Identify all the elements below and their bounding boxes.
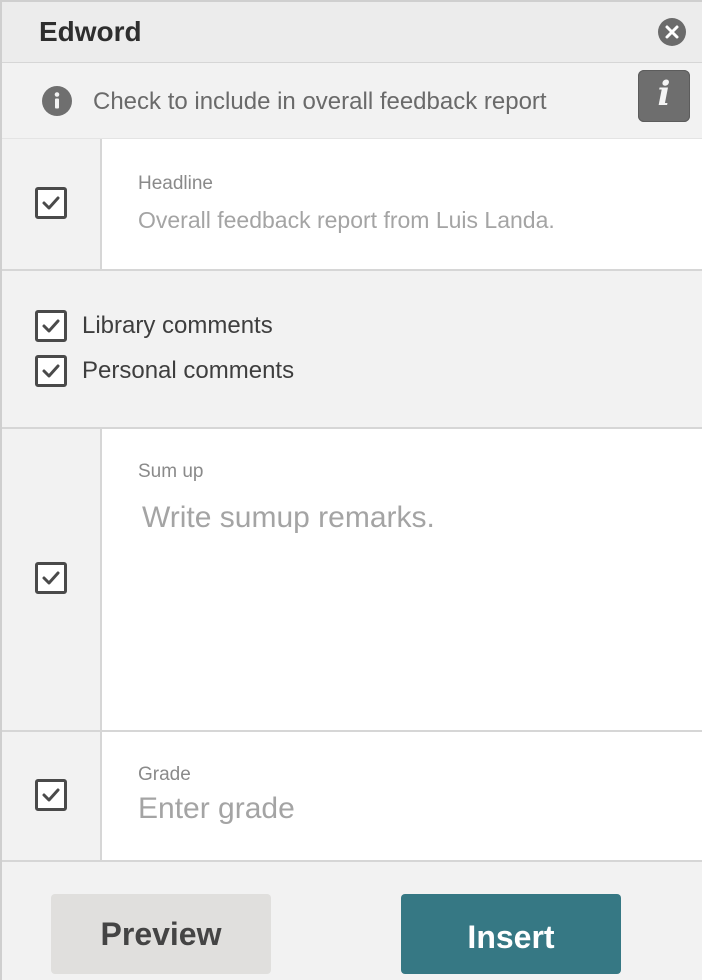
checkmark-icon [42, 788, 60, 802]
sumup-textarea[interactable]: Write sumup remarks. [142, 501, 435, 535]
sumup-label: Sum up [138, 461, 204, 482]
checkmark-icon [42, 196, 60, 210]
app-title: Edword [39, 16, 142, 47]
sumup-field[interactable]: Sum up Write sumup remarks. [102, 429, 702, 730]
close-icon [665, 25, 679, 39]
checkmark-icon [42, 364, 60, 378]
sumup-checkbox[interactable] [35, 562, 67, 594]
headline-value[interactable]: Overall feedback report from Luis Landa. [138, 207, 555, 234]
close-button[interactable] [658, 18, 686, 46]
title-bar: Edword [2, 2, 702, 63]
personal-comments-checkbox[interactable] [35, 355, 67, 387]
grade-row: Grade Enter grade [2, 732, 702, 862]
help-button[interactable]: i [638, 70, 690, 122]
comments-section: Library comments Personal comments [2, 271, 702, 429]
checkmark-icon [42, 319, 60, 333]
library-comments-label: Library comments [82, 312, 273, 339]
headline-row: Headline Overall feedback report from Lu… [2, 139, 702, 271]
grade-label: Grade [138, 764, 191, 785]
insert-button[interactable]: Insert [401, 894, 621, 974]
feedback-panel: Edword Check to include in overall feedb… [0, 0, 702, 980]
library-comments-checkbox[interactable] [35, 310, 67, 342]
headline-checkbox[interactable] [35, 187, 67, 219]
headline-label: Headline [138, 173, 213, 194]
help-icon: i [657, 74, 671, 114]
info-text: Check to include in overall feedback rep… [93, 88, 547, 115]
grade-input[interactable]: Enter grade [138, 792, 295, 826]
grade-field[interactable]: Grade Enter grade [102, 732, 702, 860]
checkmark-icon [42, 571, 60, 585]
info-bar: Check to include in overall feedback rep… [2, 64, 702, 141]
headline-field[interactable]: Headline Overall feedback report from Lu… [102, 139, 702, 269]
personal-comments-label: Personal comments [82, 357, 295, 384]
info-icon [42, 86, 72, 116]
grade-checkbox[interactable] [35, 779, 67, 811]
sumup-row: Sum up Write sumup remarks. [2, 429, 702, 732]
preview-button[interactable]: Preview [51, 894, 271, 974]
